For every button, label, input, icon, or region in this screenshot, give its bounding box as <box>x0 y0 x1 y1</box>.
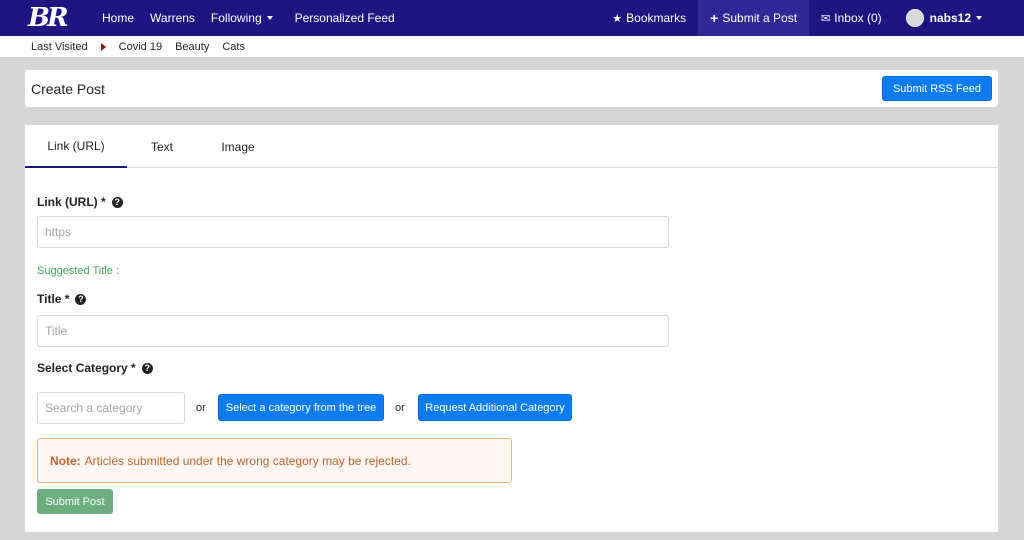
nav-inbox-link[interactable]: ✉ Inbox (0) <box>809 0 894 36</box>
breadcrumb: Last Visited Covid 19 Beauty Cats <box>0 36 1024 58</box>
envelope-icon: ✉ <box>821 12 831 25</box>
category-search-input[interactable] <box>37 392 185 424</box>
title-label: Title * <box>37 292 70 306</box>
top-navbar: BR Home Warrens Following Personalized F… <box>0 0 1024 36</box>
request-additional-category-button[interactable]: Request Additional Category <box>418 394 572 421</box>
question-circle-icon[interactable]: ? <box>111 196 123 208</box>
link-url-label: Link (URL) * <box>37 195 106 209</box>
question-circle-icon[interactable]: ? <box>141 362 153 374</box>
select-category-tree-button[interactable]: Select a category from the tree <box>218 394 384 421</box>
post-type-tabs: Link (URL) Text Image <box>25 125 998 168</box>
title-input[interactable] <box>37 315 669 347</box>
submit-post-button[interactable]: Submit Post <box>37 489 113 514</box>
note-text: Articles submitted under the wrong categ… <box>84 453 411 468</box>
category-label: Select Category * <box>37 361 136 375</box>
title-label-row: Title * ? <box>37 292 87 306</box>
category-label-row: Select Category * ? <box>37 361 153 375</box>
link-url-label-row: Link (URL) * ? <box>37 195 123 209</box>
breadcrumb-item-covid-19[interactable]: Covid 19 <box>119 41 162 53</box>
nav-following-dropdown[interactable]: Following <box>203 0 281 36</box>
caret-down-icon <box>266 16 273 20</box>
caret-down-icon <box>976 16 982 20</box>
breadcrumb-item-beauty[interactable]: Beauty <box>175 41 209 53</box>
logo-text: BR <box>28 3 69 33</box>
nav-personalized-feed-link[interactable]: Personalized Feed <box>287 0 403 36</box>
arrow-right-icon <box>100 42 106 51</box>
star-icon: ★ <box>612 12 623 25</box>
submit-rss-feed-button[interactable]: Submit RSS Feed <box>881 76 992 101</box>
last-visited-label: Last Visited <box>31 40 88 53</box>
user-menu-dropdown[interactable]: nabs12 <box>894 0 994 36</box>
create-post-form: Link (URL) Text Image Link (URL) * ? Sug… <box>25 125 998 532</box>
tab-image[interactable]: Image <box>197 125 279 168</box>
site-logo[interactable]: BR <box>28 3 78 33</box>
or-text: or <box>196 402 206 414</box>
nav-right: ★ Bookmarks + Submit a Post ✉ Inbox (0) … <box>600 0 994 36</box>
nav-inbox-label: Inbox (0) <box>834 11 882 25</box>
nav-left: Home Warrens Following Personalized Feed <box>94 0 403 36</box>
tab-text[interactable]: Text <box>127 125 197 168</box>
link-url-input[interactable] <box>37 216 669 248</box>
nav-submit-post-label: Submit a Post <box>722 11 798 25</box>
plus-icon: + <box>710 10 719 26</box>
page-title: Create Post <box>31 80 105 97</box>
note-label: Note: <box>50 453 81 468</box>
breadcrumb-item-cats[interactable]: Cats <box>222 41 245 53</box>
avatar <box>905 9 924 27</box>
create-post-header: Create Post Submit RSS Feed <box>25 70 998 107</box>
nav-home-link[interactable]: Home <box>94 0 142 36</box>
nav-warrens-link[interactable]: Warrens <box>142 0 203 36</box>
or-text: or <box>395 402 405 414</box>
username-label: nabs12 <box>929 11 971 25</box>
nav-bookmarks-label: Bookmarks <box>626 11 687 25</box>
nav-bookmarks-link[interactable]: ★ Bookmarks <box>600 0 698 36</box>
nav-following-label: Following <box>210 11 262 25</box>
question-circle-icon[interactable]: ? <box>75 293 87 305</box>
tab-link-url[interactable]: Link (URL) <box>25 125 127 168</box>
nav-submit-post-link[interactable]: + Submit a Post <box>698 0 810 36</box>
suggested-title: Suggested Title : <box>37 265 119 277</box>
category-note: Note: Articles submitted under the wrong… <box>37 438 512 483</box>
